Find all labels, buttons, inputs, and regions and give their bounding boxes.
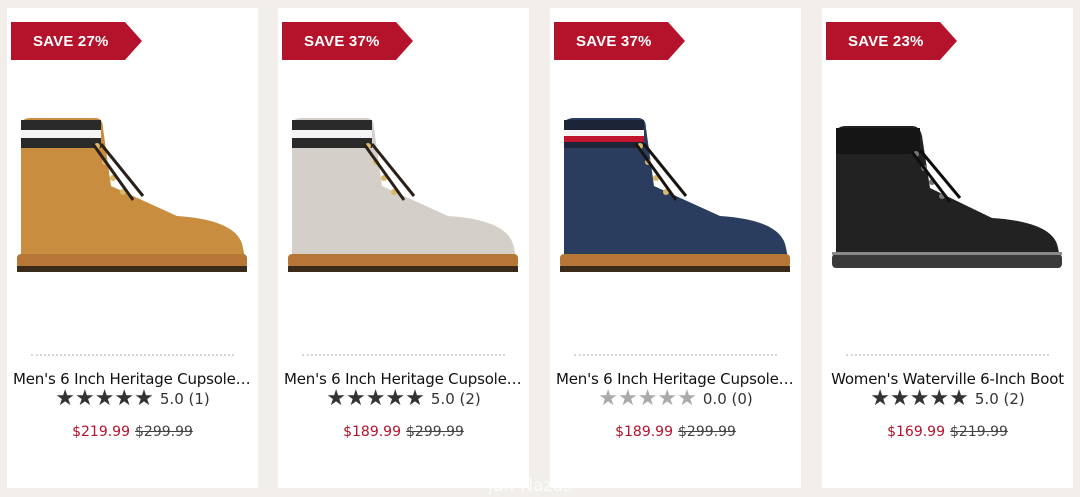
- star-icon: ★: [617, 386, 638, 411]
- save-badge: SAVE 27%: [11, 22, 142, 60]
- product-card[interactable]: SAVE 37% Men's 6 Inch Heritage Cupsole .…: [550, 8, 801, 488]
- star-icon: ★: [55, 386, 75, 411]
- star-rating-icon: ★ ★ ★ ★ ★: [870, 388, 969, 410]
- star-icon: ★: [657, 386, 678, 411]
- product-card[interactable]: SAVE 37% Men's 6 Inch Heritage Cupsole .…: [278, 8, 529, 488]
- star-icon: ★: [889, 386, 910, 411]
- star-icon: ★: [114, 386, 135, 411]
- original-price: $299.99: [406, 424, 464, 440]
- star-icon: ★: [345, 386, 366, 411]
- star-icon: ★: [909, 386, 930, 411]
- product-card[interactable]: SAVE 23% Women's Waterville 6-Inch Boot …: [822, 8, 1073, 488]
- star-icon: ★: [949, 386, 969, 411]
- rating-text: 5.0 (2): [974, 390, 1025, 408]
- divider: [302, 354, 505, 356]
- original-price: $219.99: [950, 424, 1008, 440]
- product-image[interactable]: [7, 88, 258, 288]
- divider: [846, 354, 1049, 356]
- watermark-text: Jan-Nazus: [488, 476, 573, 496]
- product-card[interactable]: SAVE 27% Men's 6 Inch Heritage Cupsole .…: [7, 8, 258, 488]
- sale-price: $169.99: [887, 424, 945, 440]
- price: $219.99 $299.99: [7, 424, 258, 440]
- star-icon: ★: [637, 386, 658, 411]
- original-price: $299.99: [135, 424, 193, 440]
- product-image[interactable]: [822, 88, 1073, 288]
- product-image[interactable]: [550, 88, 801, 288]
- star-icon: ★: [677, 386, 697, 411]
- boot-illustration: [17, 118, 247, 272]
- star-icon: ★: [929, 386, 950, 411]
- sale-price: $189.99: [615, 424, 673, 440]
- star-icon: ★: [134, 386, 154, 411]
- star-rating-icon: ★ ★ ★ ★ ★: [55, 388, 154, 410]
- rating: ★ ★ ★ ★ ★ 0.0 (0): [550, 388, 801, 410]
- star-icon: ★: [385, 386, 406, 411]
- sale-price: $189.99: [343, 424, 401, 440]
- star-rating-icon: ★ ★ ★ ★ ★: [326, 388, 425, 410]
- boot-illustration: [288, 118, 518, 272]
- rating-text: 0.0 (0): [702, 390, 753, 408]
- original-price: $299.99: [678, 424, 736, 440]
- star-icon: ★: [326, 386, 346, 411]
- star-icon: ★: [598, 386, 618, 411]
- star-icon: ★: [405, 386, 425, 411]
- price: $189.99 $299.99: [278, 424, 529, 440]
- product-grid: SAVE 27% Men's 6 Inch Heritage Cupsole .…: [0, 0, 1080, 497]
- save-badge: SAVE 37%: [282, 22, 413, 60]
- rating: ★ ★ ★ ★ ★ 5.0 (2): [278, 388, 529, 410]
- rating: ★ ★ ★ ★ ★ 5.0 (2): [822, 388, 1073, 410]
- boot-illustration: [560, 118, 790, 272]
- boot-illustration: [832, 126, 1062, 268]
- rating-text: 5.0 (1): [159, 390, 210, 408]
- rating: ★ ★ ★ ★ ★ 5.0 (1): [7, 388, 258, 410]
- star-rating-icon: ★ ★ ★ ★ ★: [598, 388, 697, 410]
- star-icon: ★: [365, 386, 386, 411]
- star-icon: ★: [74, 386, 95, 411]
- divider: [574, 354, 777, 356]
- price: $169.99 $219.99: [822, 424, 1073, 440]
- divider: [31, 354, 234, 356]
- save-badge: SAVE 37%: [554, 22, 685, 60]
- price: $189.99 $299.99: [550, 424, 801, 440]
- save-badge: SAVE 23%: [826, 22, 957, 60]
- rating-text: 5.0 (2): [430, 390, 481, 408]
- star-icon: ★: [94, 386, 115, 411]
- sale-price: $219.99: [72, 424, 130, 440]
- star-icon: ★: [870, 386, 890, 411]
- product-image[interactable]: [278, 88, 529, 288]
